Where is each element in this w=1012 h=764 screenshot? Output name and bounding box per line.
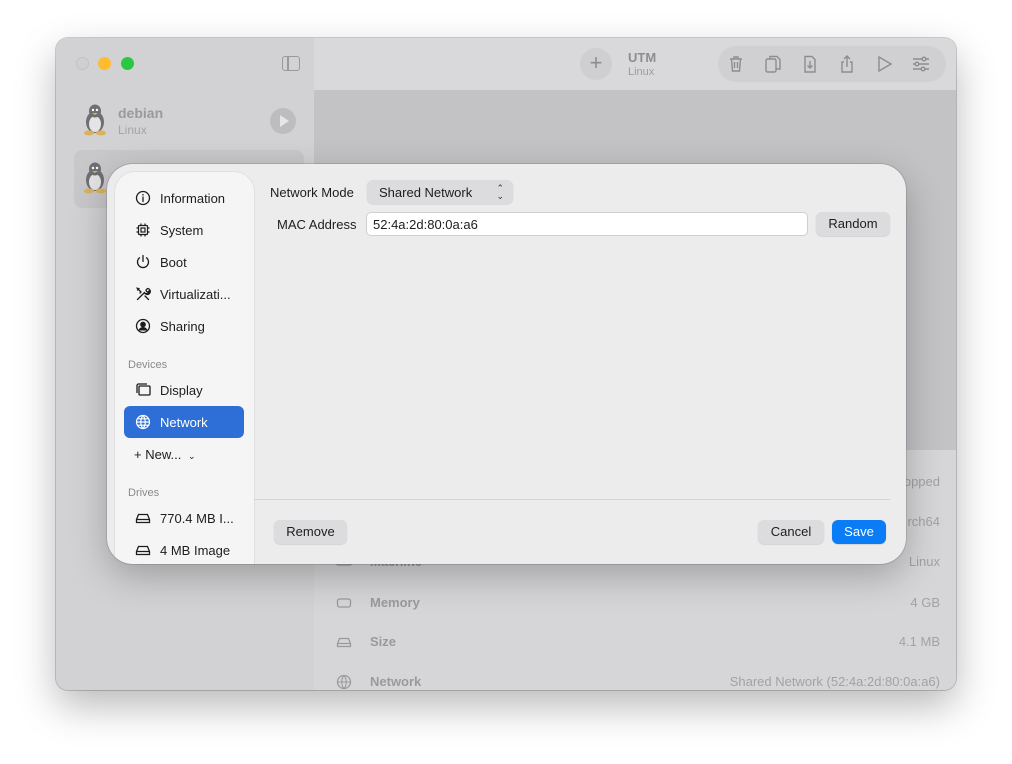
nav-item-label: 770.4 MB I... — [160, 511, 234, 526]
main-toolbar: + UTM Linux — [314, 38, 956, 90]
nav-item-label: Virtualizati... — [160, 287, 231, 302]
nav-item-boot[interactable]: Boot — [124, 246, 244, 278]
drive-icon — [135, 510, 151, 526]
network-mode-popup[interactable]: Shared Network ⌃ ⌄ — [367, 180, 513, 204]
settings-sidebar: Information System Boot Virtualizati... … — [115, 172, 254, 564]
trash-icon[interactable] — [726, 54, 746, 74]
new-device-button[interactable]: + New... ⌄ — [134, 447, 196, 462]
detail-row-network: Network Shared Network (52:4a:2d:80:0a:a… — [336, 672, 940, 690]
drives-section-header: Drives — [128, 487, 160, 499]
detail-value: opped — [903, 474, 940, 489]
remove-device-button[interactable]: Remove — [274, 520, 347, 544]
nav-item-label: Boot — [160, 255, 187, 270]
detail-row-size: Size 4.1 MB — [336, 632, 940, 652]
detail-value: 4 GB — [910, 595, 940, 610]
cancel-button[interactable]: Cancel — [758, 520, 824, 544]
detail-value: 4.1 MB — [898, 634, 940, 649]
sidebar-toggle-icon[interactable] — [282, 56, 300, 71]
detail-label: Network — [370, 674, 422, 689]
window-title: UTM — [628, 50, 657, 65]
sliders-icon[interactable] — [911, 54, 931, 74]
window-subtitle: Linux — [628, 66, 655, 78]
nav-item-label: 4 MB Image — [160, 543, 231, 558]
detail-value: Linux — [908, 554, 940, 569]
vm-os: Linux — [118, 123, 147, 137]
minimize-window-button[interactable] — [98, 57, 111, 70]
vm-settings-sheet: Information System Boot Virtualizati... … — [107, 164, 906, 564]
nav-item-sharing[interactable]: Sharing — [124, 310, 244, 342]
nav-item-label: Information — [160, 191, 226, 206]
updown-chevron-icon: ⌃ ⌄ — [496, 183, 504, 201]
devices-section-header: Devices — [128, 359, 168, 371]
nav-item-virtualization[interactable]: Virtualizati... — [124, 278, 244, 310]
vm-name: debian — [118, 105, 164, 121]
random-mac-button[interactable]: Random — [816, 212, 890, 236]
toolbar-actions — [718, 46, 946, 82]
tux-icon — [84, 104, 106, 136]
memory-icon — [336, 598, 352, 608]
detail-value: rch64 — [907, 514, 940, 529]
mac-address-field[interactable] — [366, 212, 808, 236]
vm-list-item[interactable]: debian Linux — [74, 92, 304, 150]
vm-play-button[interactable] — [270, 108, 296, 134]
nav-item-drive[interactable]: 770.4 MB I... — [124, 502, 244, 534]
zoom-window-button[interactable] — [121, 57, 134, 70]
person-icon — [135, 318, 151, 334]
nav-item-label: Network — [160, 415, 208, 430]
nav-item-information[interactable]: Information — [124, 182, 244, 214]
nav-item-label: Display — [160, 383, 203, 398]
globe-icon — [336, 674, 352, 690]
save-button[interactable]: Save — [832, 520, 886, 544]
network-mode-label: Network Mode — [270, 185, 354, 200]
chevron-down-icon: ⌄ — [187, 451, 196, 461]
drive-icon — [135, 542, 151, 558]
nav-item-system[interactable]: System — [124, 214, 244, 246]
nav-item-drive[interactable]: 4 MB Image — [124, 534, 244, 564]
close-window-button[interactable] — [76, 57, 89, 70]
nav-item-network[interactable]: Network — [124, 406, 244, 438]
nav-item-display[interactable]: Display — [124, 374, 244, 406]
globe-icon — [135, 414, 151, 430]
nav-item-label: System — [160, 223, 204, 238]
tux-icon — [84, 162, 106, 194]
detail-value: Shared Network (52:4a:2d:80:0a:a6) — [729, 674, 940, 689]
new-device-label: + New... — [134, 447, 182, 462]
nav-item-label: Sharing — [160, 319, 205, 334]
power-icon — [135, 254, 151, 270]
info-icon — [135, 190, 151, 206]
network-mode-value: Shared Network — [379, 185, 473, 200]
share-icon[interactable] — [837, 54, 857, 74]
play-icon[interactable] — [874, 54, 894, 74]
download-icon[interactable] — [800, 54, 820, 74]
drive-icon — [336, 637, 352, 648]
detail-label: Memory — [370, 595, 420, 610]
clone-icon[interactable] — [763, 54, 783, 74]
detail-row-memory: Memory 4 GB — [336, 593, 940, 613]
detail-label: Size — [370, 634, 397, 649]
mac-address-label: MAC Address — [277, 217, 357, 232]
display-icon — [135, 382, 151, 398]
tools-icon — [135, 286, 151, 302]
add-vm-button[interactable]: + — [580, 48, 612, 80]
footer-divider — [254, 499, 890, 500]
chip-icon — [135, 222, 151, 238]
